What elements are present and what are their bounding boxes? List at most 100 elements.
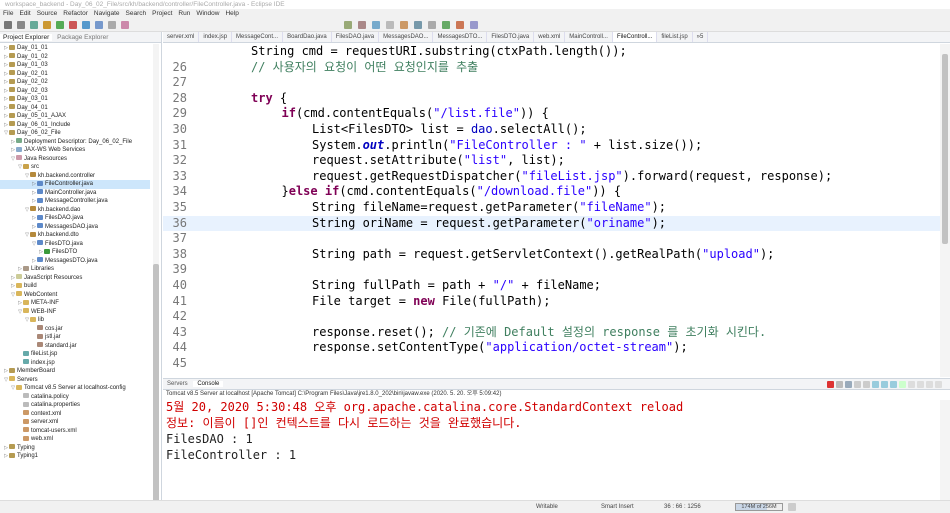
tree-item[interactable]: ▷ Day_04_01 <box>0 104 150 113</box>
tree-item[interactable]: ▷ build <box>0 282 150 291</box>
remove-launch-icon[interactable] <box>836 381 843 388</box>
tree-item[interactable]: ▽ WebContent <box>0 291 150 300</box>
tree-item[interactable]: ▽ kh.backend.dao <box>0 206 150 215</box>
tree-item[interactable]: jstl.jar <box>0 333 150 342</box>
editor-tab[interactable]: BoardDao.java <box>283 32 332 42</box>
save-all-icon[interactable] <box>30 21 38 29</box>
tab-package-explorer[interactable]: Package Explorer <box>54 34 111 41</box>
tree-item[interactable]: ▷ Day_01_02 <box>0 53 150 62</box>
tree-item[interactable]: fileList.jsp <box>0 350 150 359</box>
tree-item[interactable]: ▷ Typing1 <box>0 452 150 461</box>
tree-item[interactable]: ▷ Libraries <box>0 265 150 274</box>
editor-tab[interactable]: index.jsp <box>199 32 233 42</box>
tree-item[interactable]: catalina.properties <box>0 401 150 410</box>
tree-item[interactable]: context.xml <box>0 410 150 419</box>
editor-tab[interactable]: web.xml <box>534 32 566 42</box>
tree-item[interactable]: web.xml <box>0 435 150 444</box>
tree-item[interactable]: server.xml <box>0 418 150 427</box>
new-server-icon[interactable] <box>95 21 103 29</box>
tree-item[interactable]: ▷ JAX-WS Web Services <box>0 146 150 155</box>
tab-console[interactable]: Console <box>193 381 224 387</box>
console-scrollbar[interactable] <box>940 400 950 500</box>
tree-item[interactable]: ▷ Day_01_03 <box>0 61 150 70</box>
tree-item[interactable]: ▷ META-INF <box>0 299 150 308</box>
pin-console-icon[interactable] <box>899 381 906 388</box>
code-area[interactable]: String cmd = requestURI.substring(ctxPat… <box>163 44 950 377</box>
tree-item[interactable]: ▷ MessagesDTO.java <box>0 257 150 266</box>
open-console-icon[interactable] <box>917 381 924 388</box>
scroll-lock-icon[interactable] <box>863 381 870 388</box>
menu-edit[interactable]: Edit <box>16 10 33 17</box>
menu-source[interactable]: Source <box>34 10 61 17</box>
tree-scrollbar[interactable] <box>153 44 159 502</box>
tree-item[interactable]: ▽ WEB-INF <box>0 308 150 317</box>
menu-search[interactable]: Search <box>123 10 150 17</box>
tree-item[interactable]: ▷ MessagesDAO.java <box>0 223 150 232</box>
tree-item[interactable]: ▽ src <box>0 163 150 172</box>
forward-icon[interactable] <box>428 21 436 29</box>
maximize-icon[interactable] <box>935 381 942 388</box>
tree-item[interactable]: ▷ Deployment Descriptor: Day_06_02_File <box>0 138 150 147</box>
menu-refactor[interactable]: Refactor <box>60 10 91 17</box>
save-icon[interactable] <box>17 21 25 29</box>
menu-navigate[interactable]: Navigate <box>91 10 123 17</box>
tree-item[interactable]: ▷ Day_05_01_AJAX <box>0 112 150 121</box>
menu-window[interactable]: Window <box>193 10 222 17</box>
new-java-project-icon[interactable] <box>108 21 116 29</box>
open-perspective-icon[interactable] <box>456 21 464 29</box>
tree-item[interactable]: index.jsp <box>0 359 150 368</box>
editor-tab[interactable]: FilesDTO.java <box>487 32 535 42</box>
tree-item[interactable]: ▷ Day_03_01 <box>0 95 150 104</box>
editor-tab[interactable]: MessagesDTO... <box>433 32 488 42</box>
tab-project-explorer[interactable]: Project Explorer <box>0 34 53 41</box>
run-icon[interactable] <box>56 21 64 29</box>
tree-item[interactable]: ▷ MessageController.java <box>0 197 150 206</box>
tree-item[interactable]: ▷ MainController.java <box>0 189 150 198</box>
tree-item[interactable]: ▽ kh.backend.controller <box>0 172 150 181</box>
tree-item[interactable]: ▷ Typing <box>0 444 150 453</box>
print-icon[interactable] <box>43 21 51 29</box>
console-output[interactable]: 5월 20, 2020 5:30:48 오후 org.apache.catali… <box>163 399 950 463</box>
remove-all-icon[interactable] <box>845 381 852 388</box>
tree-item[interactable]: ▽ FilesDTO.java <box>0 240 150 249</box>
tree-item[interactable]: ▷ FileController.java <box>0 180 150 189</box>
back-icon[interactable] <box>414 21 422 29</box>
tree-item[interactable]: ▷ Day_02_02 <box>0 78 150 87</box>
editor-tab[interactable]: MainControll... <box>565 32 613 42</box>
open-type-icon[interactable] <box>358 21 366 29</box>
tree-item[interactable]: ▷ MemberBoard <box>0 367 150 376</box>
tree-item[interactable]: standard.jar <box>0 342 150 351</box>
editor-tab[interactable]: FileControll... <box>612 32 658 42</box>
editor-tab[interactable]: fileList.jsp <box>657 32 693 42</box>
tree-item[interactable]: ▷ Day_02_03 <box>0 87 150 96</box>
tree-item[interactable]: catalina.policy <box>0 393 150 402</box>
editor-scroll-thumb[interactable] <box>942 54 948 244</box>
display-console-icon[interactable] <box>908 381 915 388</box>
tree-item[interactable]: tomcat-users.xml <box>0 427 150 436</box>
search-icon[interactable] <box>372 21 380 29</box>
java-perspective-icon[interactable] <box>470 21 478 29</box>
tree-item[interactable]: ▽ Tomcat v8.5 Server at localhost-config <box>0 384 150 393</box>
pin-icon[interactable] <box>442 21 450 29</box>
new-icon[interactable] <box>4 21 12 29</box>
clear-console-icon[interactable] <box>854 381 861 388</box>
editor-tab[interactable]: MessagesDAO... <box>379 32 434 42</box>
show-stderr-icon[interactable] <box>890 381 897 388</box>
menu-run[interactable]: Run <box>175 10 193 17</box>
tree-item[interactable]: ▷ FilesDTO <box>0 248 150 257</box>
editor-scrollbar[interactable] <box>940 44 950 377</box>
menu-file[interactable]: File <box>0 10 16 17</box>
tree-item[interactable]: ▷ FilesDAO.java <box>0 214 150 223</box>
tree-item[interactable]: ▷ JavaScript Resources <box>0 274 150 283</box>
editor-tab[interactable]: server.xml <box>163 32 200 42</box>
minimize-icon[interactable] <box>926 381 933 388</box>
word-wrap-icon[interactable] <box>872 381 879 388</box>
next-annotation-icon[interactable] <box>386 21 394 29</box>
external-tools-icon[interactable] <box>82 21 90 29</box>
garbage-collect-icon[interactable] <box>788 503 796 511</box>
menu-help[interactable]: Help <box>222 10 241 17</box>
tree-scroll-thumb[interactable] <box>153 264 159 502</box>
tree-item[interactable]: ▽ lib <box>0 316 150 325</box>
new-class-icon[interactable] <box>344 21 352 29</box>
tree-item[interactable]: ▽ Servers <box>0 376 150 385</box>
